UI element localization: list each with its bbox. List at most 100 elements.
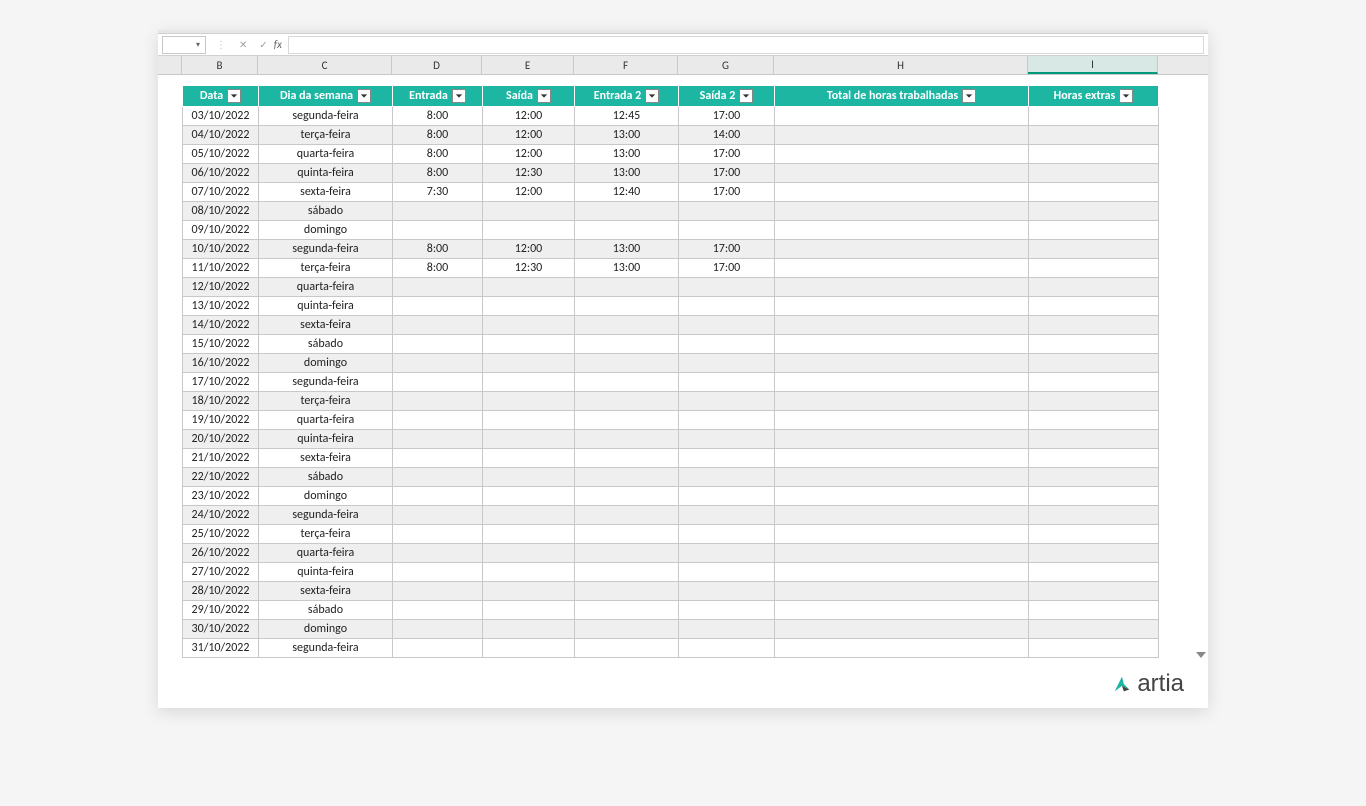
cell[interactable]: 22/10/2022 bbox=[183, 468, 259, 487]
cell[interactable] bbox=[483, 335, 575, 354]
cell[interactable] bbox=[679, 525, 775, 544]
cell[interactable] bbox=[483, 316, 575, 335]
cell[interactable]: sábado bbox=[259, 468, 393, 487]
cell[interactable]: segunda-feira bbox=[259, 373, 393, 392]
cell[interactable] bbox=[1029, 468, 1159, 487]
cell[interactable] bbox=[679, 601, 775, 620]
cell[interactable]: 17:00 bbox=[679, 259, 775, 278]
cell[interactable] bbox=[393, 354, 483, 373]
filter-dropdown-icon[interactable] bbox=[537, 89, 551, 103]
cell[interactable]: 13:00 bbox=[575, 164, 679, 183]
filter-dropdown-icon[interactable] bbox=[739, 89, 753, 103]
cell[interactable]: 14/10/2022 bbox=[183, 316, 259, 335]
cell[interactable] bbox=[483, 430, 575, 449]
cell[interactable] bbox=[679, 297, 775, 316]
cell[interactable] bbox=[575, 468, 679, 487]
filter-dropdown-icon[interactable] bbox=[645, 89, 659, 103]
cell[interactable]: segunda-feira bbox=[259, 240, 393, 259]
cell[interactable]: sexta-feira bbox=[259, 316, 393, 335]
cell[interactable] bbox=[575, 221, 679, 240]
cell[interactable] bbox=[775, 430, 1029, 449]
cell[interactable]: sábado bbox=[259, 335, 393, 354]
cell[interactable] bbox=[679, 468, 775, 487]
cell[interactable] bbox=[483, 468, 575, 487]
cell[interactable] bbox=[1029, 525, 1159, 544]
name-box-dropdown-icon[interactable]: ▾ bbox=[193, 37, 203, 53]
cell[interactable] bbox=[483, 297, 575, 316]
cell[interactable]: 12:45 bbox=[575, 107, 679, 126]
cell[interactable]: 17:00 bbox=[679, 107, 775, 126]
cell[interactable] bbox=[775, 164, 1029, 183]
cell[interactable] bbox=[575, 563, 679, 582]
cell[interactable] bbox=[775, 183, 1029, 202]
cell[interactable] bbox=[483, 601, 575, 620]
cell[interactable] bbox=[679, 620, 775, 639]
cell[interactable] bbox=[575, 335, 679, 354]
filter-dropdown-icon[interactable] bbox=[1119, 89, 1133, 103]
cell[interactable] bbox=[775, 278, 1029, 297]
cell[interactable]: sábado bbox=[259, 601, 393, 620]
cell[interactable] bbox=[393, 430, 483, 449]
cell[interactable] bbox=[1029, 601, 1159, 620]
cell[interactable]: 8:00 bbox=[393, 126, 483, 145]
header-entrada-2[interactable]: Entrada 2 bbox=[575, 86, 679, 107]
cell[interactable]: 17/10/2022 bbox=[183, 373, 259, 392]
cell[interactable] bbox=[1029, 316, 1159, 335]
cell[interactable] bbox=[775, 335, 1029, 354]
cell[interactable] bbox=[575, 544, 679, 563]
cell[interactable] bbox=[1029, 107, 1159, 126]
cell[interactable] bbox=[679, 278, 775, 297]
cell[interactable] bbox=[393, 487, 483, 506]
cell[interactable] bbox=[775, 582, 1029, 601]
cell[interactable] bbox=[483, 392, 575, 411]
cell[interactable]: 12:00 bbox=[483, 126, 575, 145]
cell[interactable] bbox=[393, 411, 483, 430]
cell[interactable] bbox=[483, 639, 575, 658]
cell[interactable] bbox=[393, 449, 483, 468]
name-box[interactable]: ▾ bbox=[162, 36, 206, 54]
cell[interactable]: quinta-feira bbox=[259, 164, 393, 183]
cell[interactable] bbox=[1029, 278, 1159, 297]
header-total-de-horas-trabalhadas[interactable]: Total de horas trabalhadas bbox=[775, 86, 1029, 107]
cell[interactable]: 8:00 bbox=[393, 107, 483, 126]
cell[interactable] bbox=[679, 202, 775, 221]
cell[interactable] bbox=[575, 639, 679, 658]
cell[interactable] bbox=[483, 411, 575, 430]
cell[interactable] bbox=[1029, 164, 1159, 183]
cell[interactable] bbox=[1029, 620, 1159, 639]
cell[interactable] bbox=[393, 544, 483, 563]
header-dia-da-semana[interactable]: Dia da semana bbox=[259, 86, 393, 107]
header-data[interactable]: Data bbox=[183, 86, 259, 107]
cell[interactable] bbox=[575, 278, 679, 297]
header-saída-2[interactable]: Saída 2 bbox=[679, 86, 775, 107]
cell[interactable]: 17:00 bbox=[679, 240, 775, 259]
cell[interactable] bbox=[1029, 582, 1159, 601]
scroll-down-icon[interactable] bbox=[1196, 652, 1206, 658]
cell[interactable]: 24/10/2022 bbox=[183, 506, 259, 525]
cell[interactable] bbox=[775, 487, 1029, 506]
cell[interactable]: 17:00 bbox=[679, 164, 775, 183]
cell[interactable] bbox=[1029, 449, 1159, 468]
cell[interactable]: quarta-feira bbox=[259, 411, 393, 430]
cell[interactable] bbox=[775, 202, 1029, 221]
cell[interactable] bbox=[1029, 297, 1159, 316]
cell[interactable]: 8:00 bbox=[393, 164, 483, 183]
cell[interactable]: quarta-feira bbox=[259, 278, 393, 297]
cell[interactable] bbox=[775, 221, 1029, 240]
cell[interactable] bbox=[483, 373, 575, 392]
cell[interactable] bbox=[775, 240, 1029, 259]
cell[interactable]: 03/10/2022 bbox=[183, 107, 259, 126]
cell[interactable] bbox=[393, 639, 483, 658]
cell[interactable] bbox=[483, 620, 575, 639]
cell[interactable] bbox=[1029, 183, 1159, 202]
column-header-I[interactable]: I bbox=[1028, 56, 1158, 74]
cell[interactable]: 21/10/2022 bbox=[183, 449, 259, 468]
cell[interactable] bbox=[775, 449, 1029, 468]
cell[interactable] bbox=[575, 202, 679, 221]
cell[interactable]: 16/10/2022 bbox=[183, 354, 259, 373]
cell[interactable]: 17:00 bbox=[679, 183, 775, 202]
cell[interactable] bbox=[775, 316, 1029, 335]
cell[interactable]: 30/10/2022 bbox=[183, 620, 259, 639]
cell[interactable] bbox=[679, 411, 775, 430]
cell[interactable]: segunda-feira bbox=[259, 107, 393, 126]
